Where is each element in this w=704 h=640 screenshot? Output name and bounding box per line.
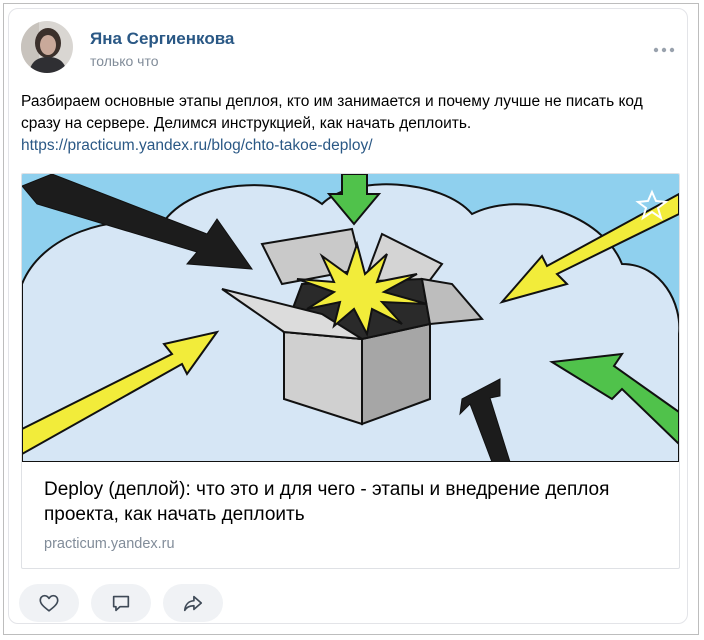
attachment-title[interactable]: Deploy (деплой): что это и для чего - эт… <box>44 477 654 527</box>
post-body: Разбираем основные этапы деплоя, кто им … <box>21 93 643 132</box>
article-illustration <box>22 174 679 462</box>
share-button[interactable] <box>163 584 223 622</box>
post-text: Разбираем основные этапы деплоя, кто им … <box>21 91 661 157</box>
comment-button[interactable] <box>91 584 151 622</box>
heart-icon <box>39 594 59 612</box>
post-link[interactable]: https://practicum.yandex.ru/blog/chto-ta… <box>21 135 661 157</box>
like-button[interactable] <box>19 584 79 622</box>
more-dots-icon[interactable] <box>652 42 676 53</box>
comment-icon <box>112 595 130 612</box>
share-icon <box>183 595 203 612</box>
author-name[interactable]: Яна Сергиенкова <box>90 29 234 49</box>
avatar[interactable] <box>21 21 73 73</box>
post-time[interactable]: только что <box>90 53 159 69</box>
link-attachment[interactable]: Deploy (деплой): что это и для чего - эт… <box>21 173 680 569</box>
attachment-domain: practicum.yandex.ru <box>44 536 175 552</box>
